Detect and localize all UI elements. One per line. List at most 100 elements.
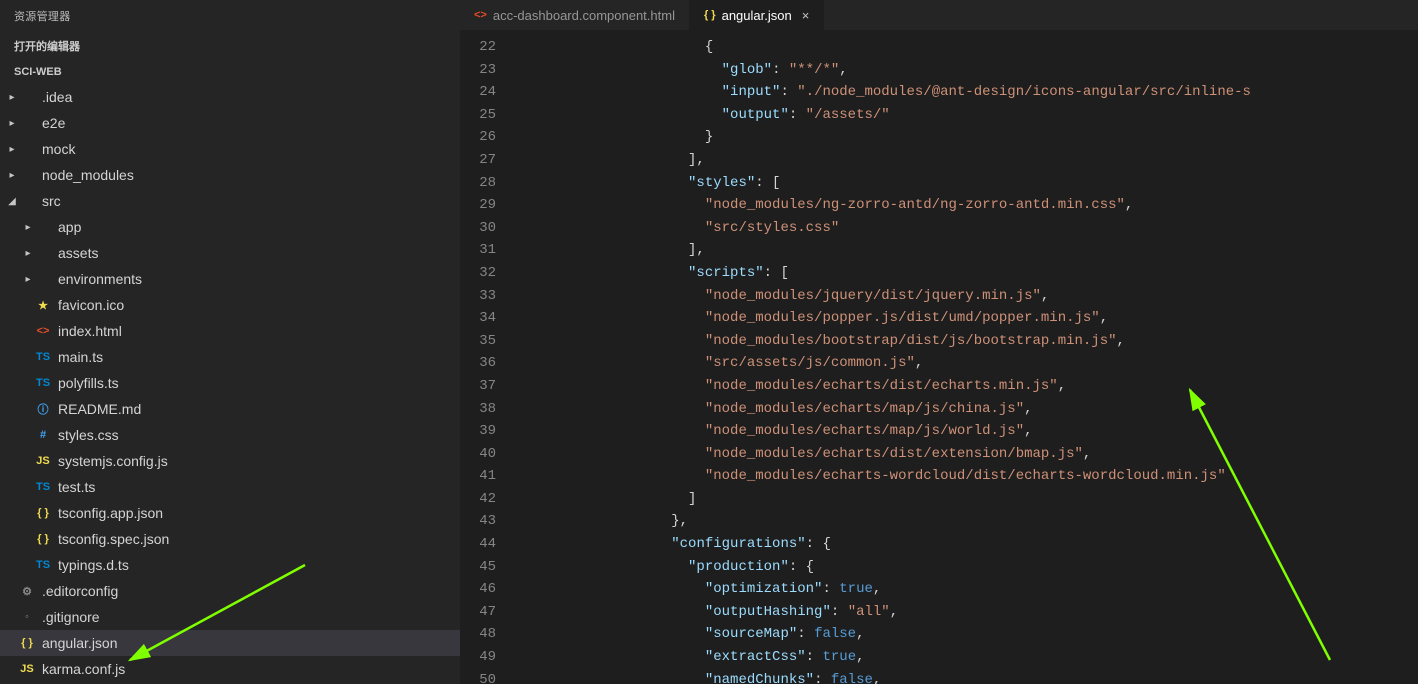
tree-item-readme-md[interactable]: ⓘREADME.md [0, 396, 460, 422]
code-line[interactable]: "optimization": true, [520, 578, 1418, 601]
line-number: 50 [460, 669, 496, 684]
tree-item-styles-css[interactable]: #styles.css [0, 422, 460, 448]
code-line[interactable]: "production": { [520, 556, 1418, 579]
code-line[interactable]: "extractCss": true, [520, 646, 1418, 669]
code-line[interactable]: "configurations": { [520, 533, 1418, 556]
line-number: 41 [460, 465, 496, 488]
tree-item-angular-json[interactable]: { }angular.json [0, 630, 460, 656]
code-line[interactable]: "scripts": [ [520, 262, 1418, 285]
code-line[interactable]: "node_modules/jquery/dist/jquery.min.js"… [520, 285, 1418, 308]
line-number: 36 [460, 352, 496, 375]
chevron-right-icon[interactable]: ▸ [6, 144, 18, 155]
tree-item-index-html[interactable]: <>index.html [0, 318, 460, 344]
code-content[interactable]: { "glob": "**/*", "input": "./node_modul… [520, 30, 1418, 684]
tree-item-karma-conf-js[interactable]: JSkarma.conf.js [0, 656, 460, 682]
close-icon[interactable]: × [802, 8, 810, 23]
tree-item--gitignore[interactable]: ◦.gitignore [0, 604, 460, 630]
chevron-right-icon[interactable]: ▸ [6, 170, 18, 181]
tree-item-label: app [58, 219, 81, 235]
line-number: 34 [460, 307, 496, 330]
ts-icon: TS [34, 556, 52, 574]
tree-item-tsconfig-app-json[interactable]: { }tsconfig.app.json [0, 500, 460, 526]
html-icon: <> [474, 9, 487, 21]
line-number: 26 [460, 126, 496, 149]
code-line[interactable]: "node_modules/bootstrap/dist/js/bootstra… [520, 330, 1418, 353]
chevron-right-icon[interactable]: ▸ [22, 248, 34, 259]
code-area[interactable]: 2223242526272829303132333435363738394041… [460, 30, 1418, 684]
project-header[interactable]: SCI-WEB [0, 60, 460, 84]
tree-item-systemjs-config-js[interactable]: JSsystemjs.config.js [0, 448, 460, 474]
tree-item--idea[interactable]: ▸.idea [0, 84, 460, 110]
code-line[interactable]: "node_modules/ng-zorro-antd/ng-zorro-ant… [520, 194, 1418, 217]
folder-icon [34, 270, 52, 288]
code-line[interactable]: "src/assets/js/common.js", [520, 352, 1418, 375]
tree-item-label: e2e [42, 115, 65, 131]
open-editors-header[interactable]: 打开的编辑器 [0, 32, 460, 60]
editor-area: <>acc-dashboard.component.html{ }angular… [460, 0, 1418, 684]
tree-item-node-modules[interactable]: ▸node_modules [0, 162, 460, 188]
code-line[interactable]: "node_modules/echarts/dist/echarts.min.j… [520, 375, 1418, 398]
js-icon: JS [34, 452, 52, 470]
tree-item-label: karma.conf.js [42, 661, 125, 677]
tab-acc-dashboard-component-html[interactable]: <>acc-dashboard.component.html [460, 0, 690, 30]
line-number: 22 [460, 36, 496, 59]
line-number: 35 [460, 330, 496, 353]
code-line[interactable]: "styles": [ [520, 172, 1418, 195]
folder-icon [18, 114, 36, 132]
ts-icon: TS [34, 374, 52, 392]
code-line[interactable]: "outputHashing": "all", [520, 601, 1418, 624]
tree-item-favicon-ico[interactable]: ★favicon.ico [0, 292, 460, 318]
code-line[interactable]: ], [520, 149, 1418, 172]
tree-item-app[interactable]: ▸ app [0, 214, 460, 240]
tree-item-polyfills-ts[interactable]: TS polyfills.ts [0, 370, 460, 396]
tree-item--editorconfig[interactable]: ⚙.editorconfig [0, 578, 460, 604]
tab-angular-json[interactable]: { }angular.json× [690, 0, 824, 30]
tree-item-typings-d-ts[interactable]: TS typings.d.ts [0, 552, 460, 578]
line-number: 47 [460, 601, 496, 624]
tree-item-label: README.md [58, 401, 141, 417]
tree-item-mock[interactable]: ▸mock [0, 136, 460, 162]
tree-item-label: index.html [58, 323, 122, 339]
chevron-right-icon[interactable]: ▸ [22, 222, 34, 233]
tree-item-environments[interactable]: ▸environments [0, 266, 460, 292]
explorer-sidebar: 资源管理器 打开的编辑器 SCI-WEB ▸.idea▸e2e▸mock▸nod… [0, 0, 460, 684]
code-line[interactable]: "namedChunks": false, [520, 669, 1418, 684]
code-line[interactable]: "node_modules/echarts/map/js/china.js", [520, 398, 1418, 421]
code-line[interactable]: } [520, 126, 1418, 149]
tree-item-main-ts[interactable]: TSmain.ts [0, 344, 460, 370]
tree-item-assets[interactable]: ▸assets [0, 240, 460, 266]
line-number: 40 [460, 443, 496, 466]
tree-item-tsconfig-spec-json[interactable]: { }tsconfig.spec.json [0, 526, 460, 552]
line-number: 38 [460, 398, 496, 421]
chevron-right-icon[interactable]: ▸ [22, 274, 34, 285]
json-icon: { } [34, 530, 52, 548]
code-line[interactable]: "node_modules/echarts/dist/extension/bma… [520, 443, 1418, 466]
tree-item-e2e[interactable]: ▸ e2e [0, 110, 460, 136]
file-tree: ▸.idea▸e2e▸mock▸node_modules◢src▸app▸ass… [0, 84, 460, 684]
line-number: 29 [460, 194, 496, 217]
code-line[interactable]: "glob": "**/*", [520, 59, 1418, 82]
code-line[interactable]: "node_modules/echarts/map/js/world.js", [520, 420, 1418, 443]
tree-item-test-ts[interactable]: TStest.ts [0, 474, 460, 500]
line-number: 42 [460, 488, 496, 511]
code-line[interactable]: ] [520, 488, 1418, 511]
code-line[interactable]: }, [520, 510, 1418, 533]
tree-item-src[interactable]: ◢src [0, 188, 460, 214]
code-line[interactable]: "src/styles.css" [520, 217, 1418, 240]
css-icon: # [34, 426, 52, 444]
tree-item-label: polyfills.ts [58, 375, 119, 391]
line-number: 24 [460, 81, 496, 104]
chevron-down-icon[interactable]: ◢ [6, 196, 18, 207]
tree-item-label: .editorconfig [42, 583, 118, 599]
code-line[interactable]: { [520, 36, 1418, 59]
tree-item-label: tsconfig.app.json [58, 505, 163, 521]
code-line[interactable]: "node_modules/popper.js/dist/umd/popper.… [520, 307, 1418, 330]
chevron-right-icon[interactable]: ▸ [6, 118, 18, 129]
code-line[interactable]: "output": "/assets/" [520, 104, 1418, 127]
code-line[interactable]: ], [520, 239, 1418, 262]
chevron-right-icon[interactable]: ▸ [6, 92, 18, 103]
code-line[interactable]: "sourceMap": false, [520, 623, 1418, 646]
tree-item-label: typings.d.ts [58, 557, 129, 573]
code-line[interactable]: "node_modules/echarts-wordcloud/dist/ech… [520, 465, 1418, 488]
code-line[interactable]: "input": "./node_modules/@ant-design/ico… [520, 81, 1418, 104]
